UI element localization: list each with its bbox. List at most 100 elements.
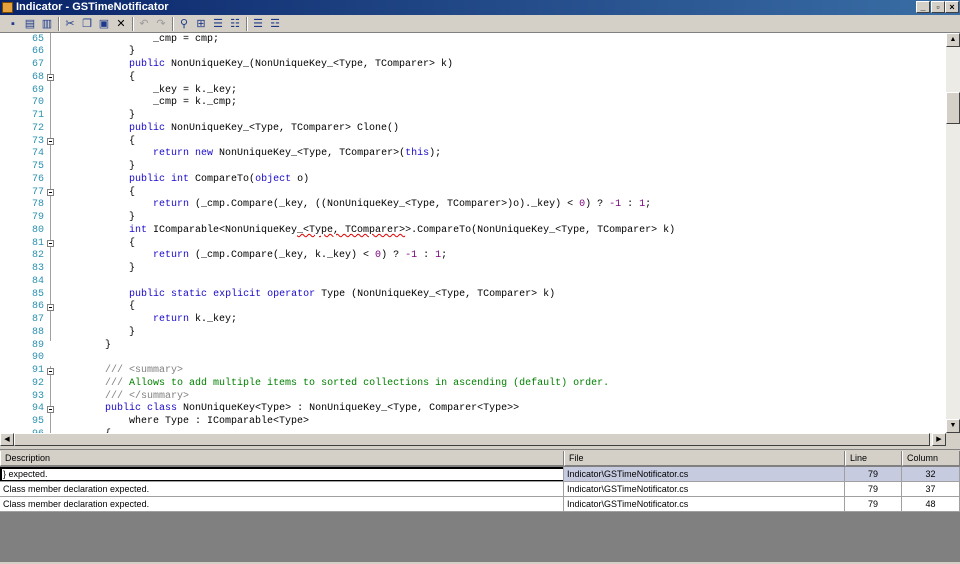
code-line[interactable]: public static explicit operator Type (No… [129, 289, 555, 302]
indent-icon[interactable]: ☰ [211, 17, 225, 31]
error-description: } expected. [0, 467, 564, 482]
code-line[interactable]: } [129, 161, 135, 174]
code-line[interactable]: { [129, 187, 135, 200]
line-number: 83 [31, 263, 44, 274]
line-number: 71 [31, 110, 44, 121]
code-line[interactable]: } [129, 212, 135, 225]
toolbar-separator [132, 17, 134, 31]
toolbar-separator [58, 17, 60, 31]
vertical-scroll-thumb[interactable] [946, 92, 960, 124]
column-header-column[interactable]: Column [902, 451, 960, 466]
code-line[interactable]: /// </summary> [105, 391, 189, 404]
line-number: 86 [31, 301, 44, 313]
error-line: 79 [845, 497, 902, 512]
code-line[interactable]: public NonUniqueKey_(NonUniqueKey_<Type,… [129, 59, 453, 72]
line-number: 81 [31, 237, 44, 249]
app-icon [2, 2, 13, 13]
code-line[interactable]: _cmp = k._cmp; [153, 97, 237, 110]
horizontal-scroll-thumb[interactable] [14, 433, 930, 446]
restore-button[interactable]: ▫ [931, 1, 945, 13]
code-line[interactable]: _key = k._key; [153, 85, 237, 98]
column-header-line[interactable]: Line [845, 451, 902, 466]
line-number: 67 [31, 59, 44, 70]
error-column: 37 [902, 482, 960, 497]
code-line[interactable]: } [129, 327, 135, 340]
code-line[interactable]: } [129, 110, 135, 123]
fold-toggle[interactable] [47, 304, 54, 311]
toolbar: ▪ ▤ ▥ ✂ ❐ ▣ ✕ ↶ ↷ ⚲ ⊞ ☰ ☷ ☰ ☲ [0, 15, 960, 33]
scroll-down-icon[interactable]: ▼ [946, 419, 960, 433]
line-number: 82 [31, 250, 44, 262]
panel-splitter[interactable] [0, 446, 960, 450]
fold-toggle[interactable] [47, 138, 54, 145]
line-number: 70 [31, 97, 44, 109]
error-description: Class member declaration expected. [0, 482, 564, 497]
error-line: 79 [845, 467, 902, 482]
cut-icon[interactable]: ✂ [63, 17, 77, 31]
line-number: 84 [31, 275, 44, 287]
outdent-icon[interactable]: ☷ [228, 17, 242, 31]
code-line[interactable]: return new NonUniqueKey_<Type, TComparer… [153, 148, 441, 161]
fold-toggle[interactable] [47, 74, 54, 81]
code-line[interactable]: int IComparable<NonUniqueKey_<Type, TCom… [129, 225, 675, 238]
comment-icon[interactable]: ☰ [251, 17, 265, 31]
code-line[interactable]: public int CompareTo(object o) [129, 174, 309, 187]
error-row[interactable]: Class member declaration expected. Indic… [0, 482, 960, 497]
line-number: 65 [31, 33, 44, 45]
save-icon[interactable]: ▪ [6, 17, 20, 31]
fold-toggle[interactable] [47, 368, 54, 375]
code-line[interactable]: return k._key; [153, 314, 237, 327]
horizontal-scrollbar[interactable]: ◀ ▶ [0, 433, 960, 446]
line-number: 94 [31, 403, 44, 415]
toolbar-separator [172, 17, 174, 31]
undo-icon[interactable]: ↶ [137, 17, 151, 31]
code-line[interactable]: } [129, 46, 135, 59]
uncomment-icon[interactable]: ☲ [268, 17, 282, 31]
fold-toggle[interactable] [47, 240, 54, 247]
code-line[interactable]: { [129, 72, 135, 85]
copy-icon[interactable]: ❐ [80, 17, 94, 31]
vertical-scrollbar[interactable]: ▲ ▼ [946, 33, 960, 433]
print-icon[interactable]: ▤ [23, 17, 37, 31]
fold-guide [50, 366, 51, 433]
code-line[interactable]: /// <summary> [105, 365, 183, 378]
code-line[interactable]: } [129, 263, 135, 276]
scroll-right-icon[interactable]: ▶ [932, 433, 946, 446]
find-icon[interactable]: ⚲ [177, 17, 191, 31]
line-number: 91 [31, 365, 44, 376]
code-line[interactable]: _cmp = cmp; [153, 34, 219, 47]
line-number: 85 [31, 288, 44, 300]
column-header-description[interactable]: Description [0, 451, 564, 466]
error-file: Indicator\GSTimeNotificator.cs [564, 467, 845, 482]
code-line[interactable]: { [129, 301, 135, 314]
minimize-button[interactable]: _ [916, 1, 930, 13]
scroll-up-icon[interactable]: ▲ [946, 33, 960, 47]
code-line[interactable]: public NonUniqueKey_<Type, TComparer> Cl… [129, 123, 399, 136]
line-number: 93 [31, 390, 44, 402]
code-editor[interactable]: 65 66 67 68 69 70 71 72 73 74 75 76 77 7… [0, 33, 946, 433]
code-line[interactable]: /// Allows to add multiple items to sort… [105, 378, 609, 391]
application-window: Indicator - GSTimeNotificator _ ▫ × ▪ ▤ … [0, 0, 960, 564]
error-list-panel: Description File Line Column } expected.… [0, 451, 960, 562]
find-replace-icon[interactable]: ⊞ [194, 17, 208, 31]
close-button[interactable]: × [945, 1, 959, 13]
delete-icon[interactable]: ✕ [114, 17, 128, 31]
error-file: Indicator\GSTimeNotificator.cs [564, 482, 845, 497]
redo-icon[interactable]: ↷ [154, 17, 168, 31]
error-row[interactable]: } expected. Indicator\GSTimeNotificator.… [0, 467, 960, 482]
fold-toggle[interactable] [47, 189, 54, 196]
error-row[interactable]: Class member declaration expected. Indic… [0, 497, 960, 512]
paste-icon[interactable]: ▣ [97, 17, 111, 31]
code-line[interactable]: return (_cmp.Compare(_key, ((NonUniqueKe… [153, 199, 651, 212]
code-line[interactable]: { [129, 136, 135, 149]
fold-toggle[interactable] [47, 406, 54, 413]
column-header-file[interactable]: File [564, 451, 845, 466]
scroll-left-icon[interactable]: ◀ [0, 433, 14, 446]
code-line[interactable]: return (_cmp.Compare(_key, k._key) < 0) … [153, 250, 447, 263]
code-line[interactable]: where Type : IComparable<Type> [129, 416, 309, 429]
line-number: 95 [31, 416, 44, 427]
code-line[interactable]: } [105, 340, 111, 353]
code-line[interactable]: { [129, 238, 135, 251]
print-preview-icon[interactable]: ▥ [40, 17, 54, 31]
code-line[interactable]: public class NonUniqueKey<Type> : NonUni… [105, 403, 519, 416]
